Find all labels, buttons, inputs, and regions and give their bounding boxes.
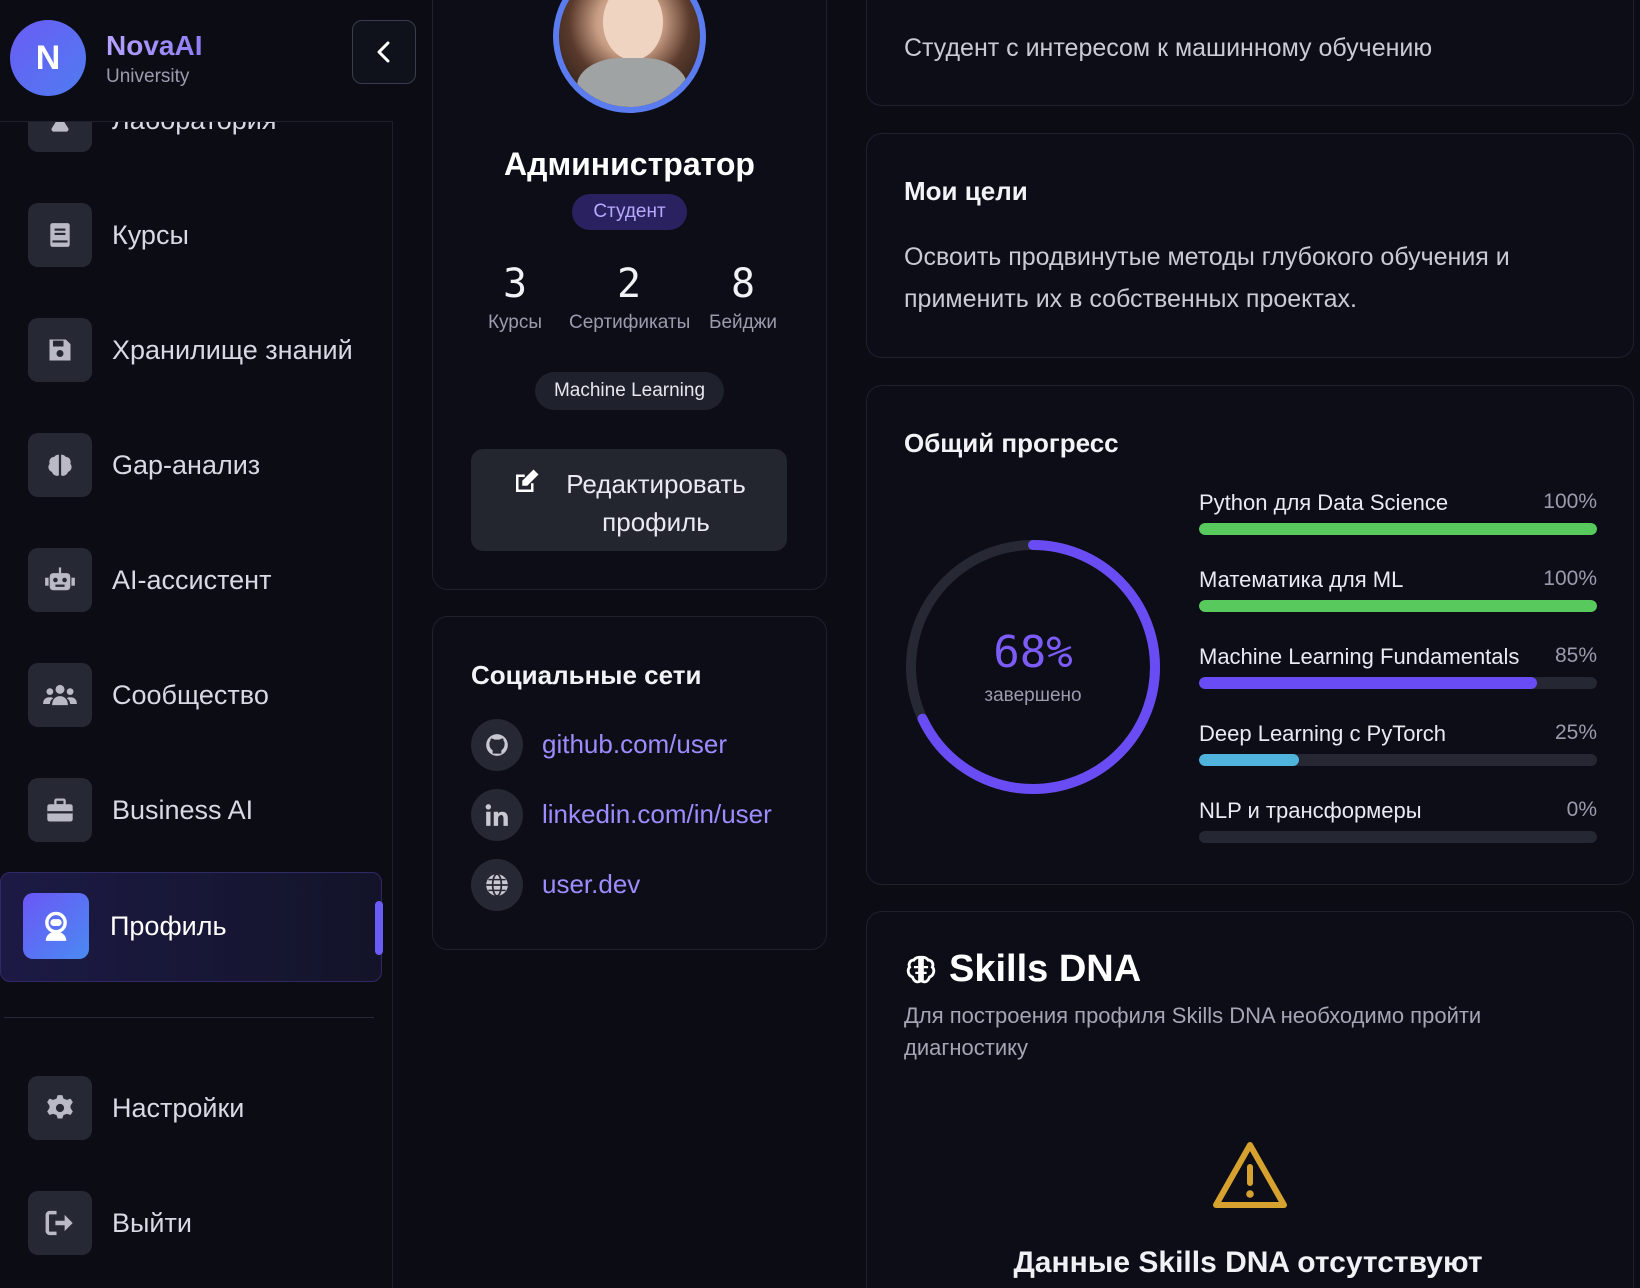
course-progress-row: Математика для ML 100%	[1199, 567, 1597, 617]
skills-dna-title: Skills DNA	[949, 948, 1142, 990]
brand-avatar: N	[10, 20, 86, 96]
sidebar-item-label: Настройки	[112, 1093, 245, 1123]
course-name: NLP и трансформеры	[1199, 798, 1422, 823]
sidebar-item-label: Gap-анализ	[112, 450, 261, 480]
globe-icon	[471, 859, 523, 911]
active-indicator	[375, 901, 383, 955]
role-badge: Студент	[572, 194, 687, 230]
course-progress-row: Machine Learning Fundamentals 85%	[1199, 644, 1597, 694]
course-name: Математика для ML	[1199, 567, 1404, 592]
course-name: Machine Learning Fundamentals	[1199, 644, 1520, 669]
profile-name: Администратор	[504, 146, 755, 182]
sidebar-item-label: Business AI	[112, 795, 254, 825]
edit-profile-button[interactable]: Редактировать профиль	[471, 449, 787, 551]
gear-icon	[28, 1076, 92, 1140]
stat-label: Курсы	[487, 312, 543, 333]
stat-certificates: 2 Сертификаты	[569, 261, 691, 334]
course-percent: 25%	[1554, 721, 1597, 744]
stat-value: 8	[730, 261, 756, 307]
sidebar-item-ai-assistant[interactable]: AI-ассистент	[0, 530, 393, 630]
progress-track	[1199, 754, 1597, 766]
brain-icon	[28, 433, 92, 497]
sidebar-item-knowledge[interactable]: Хранилище знаний	[0, 300, 393, 400]
social-row-website[interactable]: user.dev	[471, 859, 811, 911]
about-text: Студент с интересом к машинному обучению	[904, 34, 1433, 62]
logout-icon	[28, 1191, 92, 1255]
stat-value: 3	[502, 261, 528, 307]
stat-label: Сертификаты	[569, 312, 691, 333]
stat-value: 2	[616, 261, 642, 307]
progress-track	[1199, 523, 1597, 535]
github-icon	[471, 719, 523, 771]
stat-courses: 3 Курсы	[455, 262, 575, 334]
progress-track	[1199, 677, 1597, 689]
sidebar-item-label: Хранилище знаний	[112, 335, 353, 365]
course-percent: 0%	[1566, 798, 1597, 821]
interest-tag: Machine Learning	[535, 372, 724, 410]
edit-profile-label: Редактировать профиль	[566, 469, 746, 537]
progress-fill	[1199, 754, 1299, 766]
progress-fill	[1199, 523, 1597, 535]
goals-title: Мои цели	[904, 176, 1028, 206]
sidebar-item-settings[interactable]: Настройки	[0, 1058, 393, 1158]
course-percent: 100%	[1543, 567, 1597, 590]
course-percent: 85%	[1554, 644, 1597, 667]
stat-label: Бейджи	[708, 312, 778, 333]
linkedin-icon	[471, 789, 523, 841]
sidebar-item-label: AI-ассистент	[112, 565, 272, 595]
sidebar-divider	[4, 1017, 374, 1018]
sidebar-item-business-ai[interactable]: Business AI	[0, 760, 393, 860]
sidebar-item-label: Сообщество	[112, 680, 269, 710]
brand-name: NovaAI	[106, 30, 203, 61]
warning-icon	[1213, 1142, 1287, 1208]
course-name: Python для Data Science	[1199, 490, 1449, 515]
overall-progress-ring: 68% завершено	[903, 537, 1163, 797]
brain-icon	[906, 955, 936, 984]
progress-fill	[1199, 600, 1597, 612]
social-title: Социальные сети	[471, 660, 702, 690]
sidebar-item-label: Выйти	[112, 1208, 192, 1238]
sidebar-item-gap-analysis[interactable]: Gap-анализ	[0, 415, 393, 515]
course-name: Deep Learning с PyTorch	[1199, 721, 1447, 746]
skills-dna-empty-title: Данные Skills DNA отсутствуют	[1013, 1246, 1483, 1279]
stat-badges: 8 Бейджи	[683, 262, 803, 334]
avatar-face	[603, 0, 663, 60]
course-percent: 100%	[1543, 490, 1597, 513]
sidebar-item-community[interactable]: Сообщество	[0, 645, 393, 745]
users-icon	[28, 663, 92, 727]
avatar-scarf	[577, 58, 687, 107]
sidebar-item-logout[interactable]: Выйти	[0, 1173, 393, 1273]
progress-fill	[1199, 677, 1538, 689]
progress-track	[1199, 600, 1597, 612]
progress-title: Общий прогресс	[904, 428, 1119, 458]
course-progress-row: NLP и трансформеры 0%	[1199, 798, 1597, 848]
chevron-left-icon	[377, 41, 390, 63]
sidebar: Лаборатория Курсы Хранилище знаний Gap-а…	[0, 0, 416, 1288]
robot-icon	[28, 548, 92, 612]
astronaut-icon	[23, 893, 89, 959]
social-row-linkedin[interactable]: linkedin.com/in/user	[471, 789, 811, 841]
course-progress-row: Python для Data Science 100%	[1199, 490, 1597, 540]
overall-sub: завершено	[984, 685, 1082, 706]
brand-header: N NovaAI University	[0, 0, 393, 122]
overall-percent: 68%	[993, 627, 1073, 678]
collapse-sidebar-button[interactable]	[352, 20, 416, 84]
sidebar-item-label: Курсы	[112, 220, 189, 250]
social-link[interactable]: github.com/user	[542, 729, 727, 760]
social-link[interactable]: user.dev	[542, 869, 640, 900]
skills-dna-subtitle: Для построения профиля Skills DNA необхо…	[904, 1003, 1482, 1060]
progress-track	[1199, 831, 1597, 843]
save-icon	[28, 318, 92, 382]
social-link[interactable]: linkedin.com/in/user	[542, 799, 772, 830]
goals-text: Освоить продвинутые методы глубокого обу…	[904, 243, 1510, 313]
sidebar-item-courses[interactable]: Курсы	[0, 185, 393, 285]
brand-subtitle: University	[106, 66, 190, 87]
sidebar-item-label: Профиль	[110, 911, 227, 941]
briefcase-icon	[28, 778, 92, 842]
course-progress-row: Deep Learning с PyTorch 25%	[1199, 721, 1597, 771]
sidebar-item-profile[interactable]: Профиль	[0, 872, 383, 982]
social-row-github[interactable]: github.com/user	[471, 719, 811, 771]
book-icon	[28, 203, 92, 267]
